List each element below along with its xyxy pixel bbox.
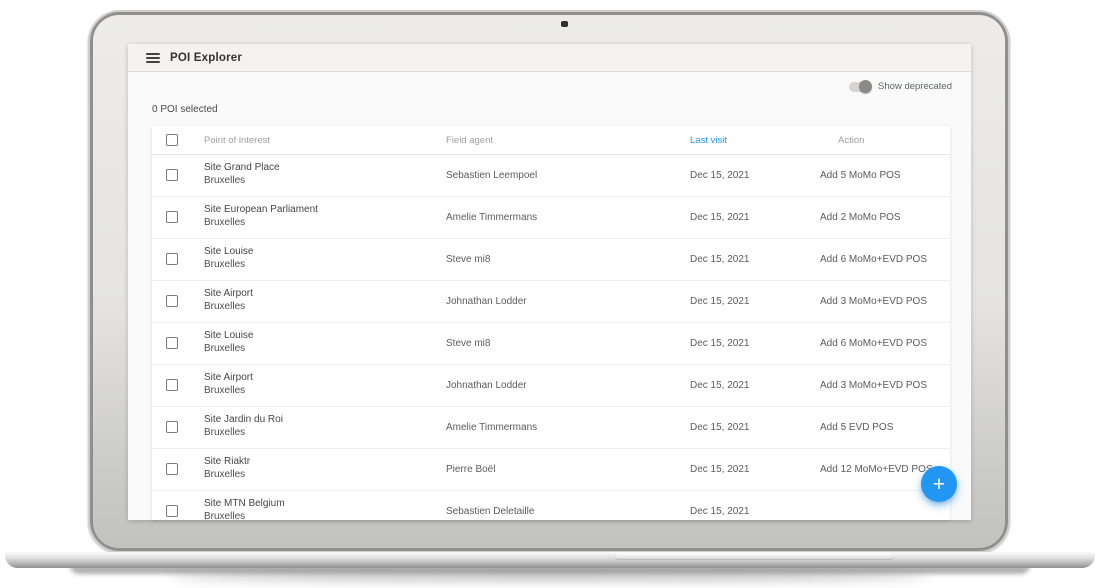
- agent-cell: Sebastien Deletaille: [446, 506, 535, 517]
- poi-city: Bruxelles: [204, 258, 246, 270]
- poi-cell: Site Louise Bruxelles: [204, 246, 253, 271]
- app-toolbar: POI Explorer: [128, 44, 971, 72]
- agent-cell: Johnathan Lodder: [446, 296, 527, 307]
- last-visit-cell: Dec 15, 2021: [690, 212, 750, 223]
- column-header-agent[interactable]: Field agent: [446, 135, 493, 146]
- laptop-base: [5, 552, 1095, 568]
- poi-city: Bruxelles: [204, 468, 246, 480]
- select-all-checkbox[interactable]: [166, 134, 178, 146]
- last-visit-cell: Dec 15, 2021: [690, 254, 750, 265]
- agent-cell: Amelie Timmermans: [446, 422, 538, 433]
- table-row[interactable]: Site MTN Belgium Bruxelles Sebastien Del…: [152, 491, 950, 520]
- poi-name: Site Airport: [204, 288, 253, 299]
- poi-city: Bruxelles: [204, 384, 246, 396]
- screenshot-stage: POI Explorer 0 POI selected Show depreca…: [0, 0, 1100, 588]
- table-row[interactable]: Site Grand Place Bruxelles Sebastien Lee…: [152, 155, 950, 197]
- poi-table: Point of interest Field agent Last visit…: [152, 126, 950, 520]
- poi-city: Bruxelles: [204, 510, 246, 521]
- agent-cell: Steve mi8: [446, 254, 491, 265]
- last-visit-cell: Dec 15, 2021: [690, 170, 750, 181]
- poi-cell: Site Airport Bruxelles: [204, 372, 253, 397]
- last-visit-cell: Dec 15, 2021: [690, 338, 750, 349]
- poi-name: Site European Parliament: [204, 204, 318, 215]
- last-visit-cell: Dec 15, 2021: [690, 422, 750, 433]
- action-cell: Add 3 MoMo+EVD POS: [820, 296, 927, 307]
- poi-cell: Site Grand Place Bruxelles: [204, 162, 280, 187]
- agent-cell: Johnathan Lodder: [446, 380, 527, 391]
- action-cell: Add 5 MoMo POS: [820, 170, 901, 181]
- poi-city: Bruxelles: [204, 216, 246, 228]
- poi-cell: Site Airport Bruxelles: [204, 288, 253, 313]
- last-visit-cell: Dec 15, 2021: [690, 464, 750, 475]
- action-cell: Add 6 MoMo+EVD POS: [820, 338, 927, 349]
- poi-name: Site MTN Belgium: [204, 498, 285, 509]
- poi-cell: Site MTN Belgium Bruxelles: [204, 498, 285, 520]
- poi-cell: Site Riaktr Bruxelles: [204, 456, 250, 481]
- poi-name: Site Louise: [204, 246, 254, 257]
- row-checkbox[interactable]: [166, 295, 178, 307]
- table-body: Site Grand Place Bruxelles Sebastien Lee…: [152, 155, 950, 520]
- laptop-thumb-groove: [615, 553, 893, 560]
- poi-name: Site Grand Place: [204, 162, 280, 173]
- poi-cell: Site Louise Bruxelles: [204, 330, 253, 355]
- show-deprecated-toggle[interactable]: [849, 79, 873, 93]
- row-checkbox[interactable]: [166, 337, 178, 349]
- action-cell: Add 3 MoMo+EVD POS: [820, 380, 927, 391]
- table-row[interactable]: Site Jardin du Roi Bruxelles Amelie Timm…: [152, 407, 950, 449]
- row-checkbox[interactable]: [166, 505, 178, 517]
- table-row[interactable]: Site Louise Bruxelles Steve mi8 Dec 15, …: [152, 323, 950, 365]
- show-deprecated-label: Show deprecated: [878, 81, 952, 92]
- poi-name: Site Riaktr: [204, 456, 251, 467]
- row-checkbox[interactable]: [166, 421, 178, 433]
- poi-name: Site Jardin du Roi: [204, 414, 283, 425]
- toggle-knob-icon: [859, 79, 873, 93]
- table-header-row: Point of interest Field agent Last visit…: [152, 126, 950, 155]
- table-row[interactable]: Site Airport Bruxelles Johnathan Lodder …: [152, 281, 950, 323]
- poi-name: Site Airport: [204, 372, 253, 383]
- poi-cell: Site European Parliament Bruxelles: [204, 204, 318, 229]
- add-poi-button[interactable]: +: [921, 466, 957, 502]
- poi-city: Bruxelles: [204, 300, 246, 312]
- table-row[interactable]: Site Airport Bruxelles Johnathan Lodder …: [152, 365, 950, 407]
- webcam-icon: [561, 21, 568, 27]
- row-checkbox[interactable]: [166, 379, 178, 391]
- row-checkbox[interactable]: [166, 169, 178, 181]
- column-header-last-visit[interactable]: Last visit: [690, 135, 727, 146]
- action-cell: Add 6 MoMo+EVD POS: [820, 254, 927, 265]
- poi-city: Bruxelles: [204, 342, 246, 354]
- show-deprecated-control: Show deprecated: [849, 79, 952, 93]
- table-row[interactable]: Site Riaktr Bruxelles Pierre Boël Dec 15…: [152, 449, 950, 491]
- table-row[interactable]: Site Louise Bruxelles Steve mi8 Dec 15, …: [152, 239, 950, 281]
- agent-cell: Amelie Timmermans: [446, 212, 538, 223]
- action-cell: Add 2 MoMo POS: [820, 212, 901, 223]
- page-title: POI Explorer: [170, 52, 243, 64]
- table-row[interactable]: Site European Parliament Bruxelles Ameli…: [152, 197, 950, 239]
- last-visit-cell: Dec 15, 2021: [690, 506, 750, 517]
- app-window: POI Explorer 0 POI selected Show depreca…: [128, 44, 971, 520]
- last-visit-cell: Dec 15, 2021: [690, 296, 750, 307]
- row-checkbox[interactable]: [166, 253, 178, 265]
- column-header-poi[interactable]: Point of interest: [204, 135, 270, 146]
- row-checkbox[interactable]: [166, 463, 178, 475]
- poi-city: Bruxelles: [204, 174, 246, 186]
- poi-city: Bruxelles: [204, 426, 246, 438]
- agent-cell: Steve mi8: [446, 338, 491, 349]
- column-header-action[interactable]: Action: [838, 135, 864, 146]
- poi-cell: Site Jardin du Roi Bruxelles: [204, 414, 283, 439]
- agent-cell: Pierre Boël: [446, 464, 496, 475]
- action-cell: Add 5 EVD POS: [820, 422, 894, 433]
- action-cell: Add 12 MoMo+EVD POS: [820, 464, 933, 475]
- menu-icon[interactable]: [146, 53, 160, 63]
- selected-count-label: 0 POI selected: [152, 104, 218, 115]
- last-visit-cell: Dec 15, 2021: [690, 380, 750, 391]
- agent-cell: Sebastien Leempoel: [446, 170, 538, 181]
- row-checkbox[interactable]: [166, 211, 178, 223]
- poi-name: Site Louise: [204, 330, 254, 341]
